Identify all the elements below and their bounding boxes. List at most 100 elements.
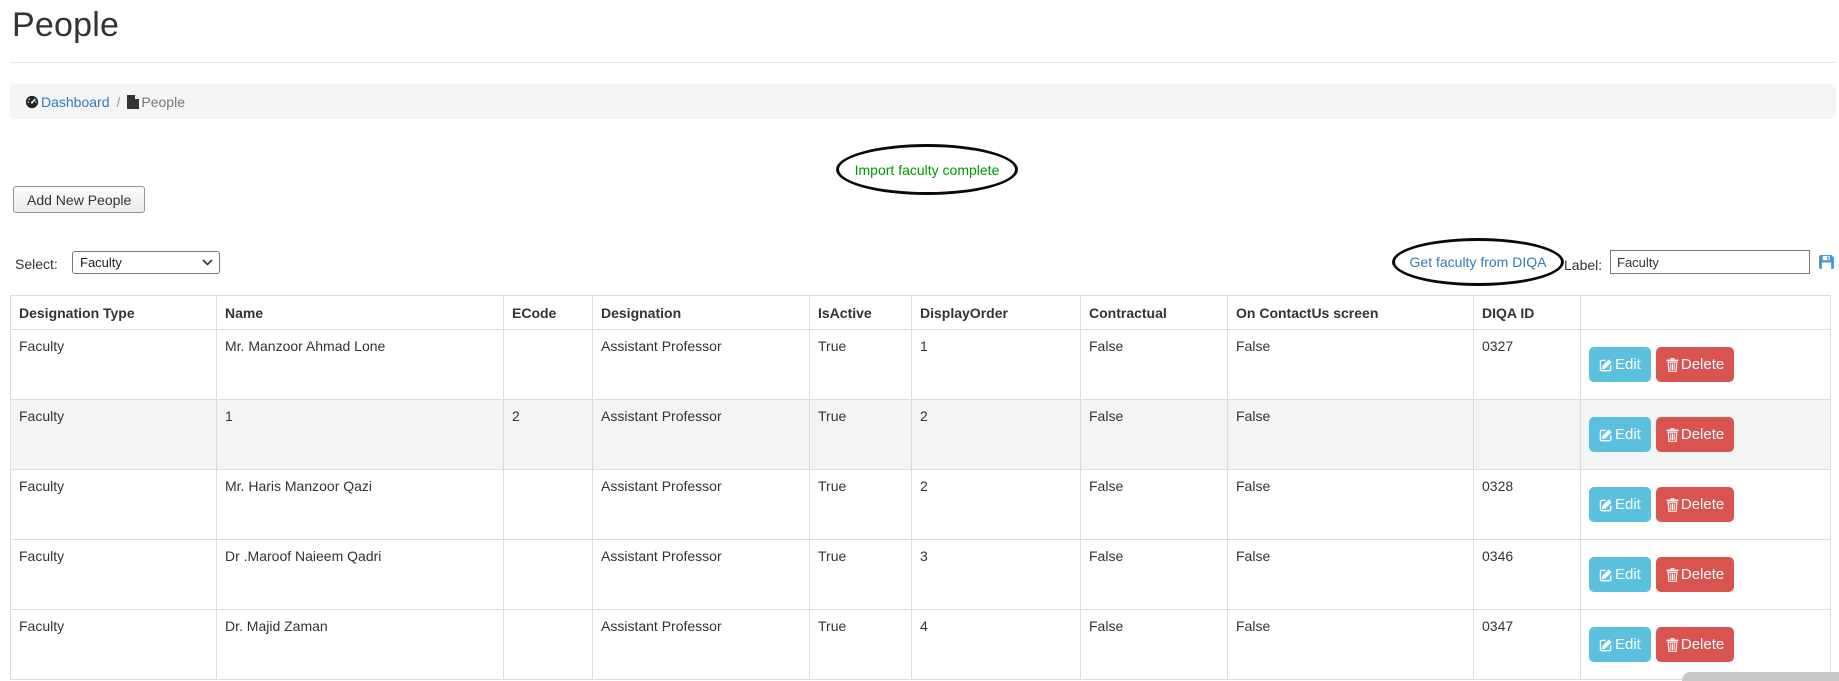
edit-button-label: Edit [1615, 496, 1641, 513]
status-message: Import faculty complete [855, 162, 1000, 178]
column-header-isactive: IsActive [810, 296, 912, 330]
column-header-diqa-id: DIQA ID [1474, 296, 1581, 330]
breadcrumb-dashboard-label: Dashboard [41, 94, 110, 110]
title-divider [10, 62, 1836, 63]
cell-name: Mr. Manzoor Ahmad Lone [217, 330, 504, 400]
dashboard-icon [25, 95, 39, 109]
cell-diqa-id: 0327 [1474, 330, 1581, 400]
cell-designation: Assistant Professor [593, 540, 810, 610]
edit-button[interactable]: Edit [1589, 557, 1651, 592]
delete-button[interactable]: Delete [1656, 487, 1734, 522]
delete-button-label: Delete [1681, 566, 1724, 583]
cell-diqa-id: 0347 [1474, 610, 1581, 680]
edit-button-label: Edit [1615, 426, 1641, 443]
column-header-displayorder: DisplayOrder [912, 296, 1081, 330]
cell-isactive: True [810, 540, 912, 610]
trash-icon [1666, 498, 1679, 512]
column-header-actions [1581, 296, 1831, 330]
breadcrumb-current: People [127, 94, 185, 110]
column-header-ecode: ECode [504, 296, 593, 330]
cell-designation: Assistant Professor [593, 470, 810, 540]
cell-displayorder: 4 [912, 610, 1081, 680]
cell-contractual: False [1081, 610, 1228, 680]
cell-contractual: False [1081, 470, 1228, 540]
edit-button[interactable]: Edit [1589, 627, 1651, 662]
trash-icon [1666, 358, 1679, 372]
column-header-designation-type: Designation Type [11, 296, 217, 330]
edit-button-label: Edit [1615, 636, 1641, 653]
cell-designation: Assistant Professor [593, 610, 810, 680]
cell-diqa-id [1474, 400, 1581, 470]
cell-contractual: False [1081, 400, 1228, 470]
trash-icon [1666, 568, 1679, 582]
trash-icon [1666, 428, 1679, 442]
cell-name: Mr. Haris Manzoor Qazi [217, 470, 504, 540]
cell-displayorder: 3 [912, 540, 1081, 610]
cell-designation-type: Faculty [11, 330, 217, 400]
cell-oncontactus: False [1228, 330, 1474, 400]
cell-contractual: False [1081, 330, 1228, 400]
delete-button[interactable]: Delete [1656, 627, 1734, 662]
table-header-row: Designation Type Name ECode Designation … [11, 296, 1831, 330]
delete-button-label: Delete [1681, 636, 1724, 653]
cell-isactive: True [810, 470, 912, 540]
annotation-ellipse-diqa: Get faculty from DIQA [1392, 238, 1564, 286]
delete-button[interactable]: Delete [1656, 417, 1734, 452]
column-header-contractual: Contractual [1081, 296, 1228, 330]
cell-actions: Edit Delete [1581, 540, 1831, 610]
table-row: Faculty Dr .Maroof Naieem Qadri Assistan… [11, 540, 1831, 610]
save-icon[interactable] [1819, 255, 1834, 269]
label-field-label: Label: [1564, 257, 1602, 273]
column-header-name: Name [217, 296, 504, 330]
annotation-ellipse-import: Import faculty complete [836, 144, 1018, 195]
cell-designation: Assistant Professor [593, 330, 810, 400]
cell-ecode [504, 330, 593, 400]
column-header-oncontactus: On ContactUs screen [1228, 296, 1474, 330]
people-type-select-value: Faculty [80, 255, 122, 270]
breadcrumb-dashboard[interactable]: Dashboard [25, 94, 110, 110]
cell-oncontactus: False [1228, 400, 1474, 470]
edit-pencil-icon [1599, 498, 1613, 512]
cell-designation-type: Faculty [11, 610, 217, 680]
cell-actions: Edit Delete [1581, 330, 1831, 400]
cell-name: Dr. Majid Zaman [217, 610, 504, 680]
delete-button-label: Delete [1681, 356, 1724, 373]
edit-button[interactable]: Edit [1589, 487, 1651, 522]
cell-displayorder: 2 [912, 400, 1081, 470]
add-new-people-button[interactable]: Add New People [13, 186, 145, 213]
cell-name: Dr .Maroof Naieem Qadri [217, 540, 504, 610]
table-row: Faculty 1 2 Assistant Professor True 2 F… [11, 400, 1831, 470]
cell-designation-type: Faculty [11, 470, 217, 540]
cell-diqa-id: 0328 [1474, 470, 1581, 540]
edit-button-label: Edit [1615, 356, 1641, 373]
cell-actions: Edit Delete [1581, 610, 1831, 680]
edit-pencil-icon [1599, 638, 1613, 652]
cell-displayorder: 1 [912, 330, 1081, 400]
people-table: Designation Type Name ECode Designation … [10, 295, 1831, 680]
cell-oncontactus: False [1228, 470, 1474, 540]
edit-button[interactable]: Edit [1589, 347, 1651, 382]
edit-button[interactable]: Edit [1589, 417, 1651, 452]
label-input[interactable] [1610, 250, 1810, 274]
cell-isactive: True [810, 330, 912, 400]
breadcrumb-separator: / [117, 94, 121, 110]
delete-button[interactable]: Delete [1656, 557, 1734, 592]
select-label: Select: [15, 256, 58, 272]
cell-isactive: True [810, 400, 912, 470]
cell-isactive: True [810, 610, 912, 680]
breadcrumb-current-label: People [141, 94, 185, 110]
cell-displayorder: 2 [912, 470, 1081, 540]
people-type-select[interactable]: Faculty [72, 251, 220, 274]
get-faculty-from-diqa-link[interactable]: Get faculty from DIQA [1410, 254, 1547, 270]
edit-pencil-icon [1599, 568, 1613, 582]
cell-designation-type: Faculty [11, 400, 217, 470]
edit-pencil-icon [1599, 358, 1613, 372]
cell-name: 1 [217, 400, 504, 470]
cell-actions: Edit Delete [1581, 400, 1831, 470]
horizontal-scrollbar-thumb[interactable] [1682, 672, 1839, 681]
table-row: Faculty Dr. Majid Zaman Assistant Profes… [11, 610, 1831, 680]
table-row: Faculty Mr. Haris Manzoor Qazi Assistant… [11, 470, 1831, 540]
cell-ecode: 2 [504, 400, 593, 470]
delete-button[interactable]: Delete [1656, 347, 1734, 382]
cell-ecode [504, 470, 593, 540]
